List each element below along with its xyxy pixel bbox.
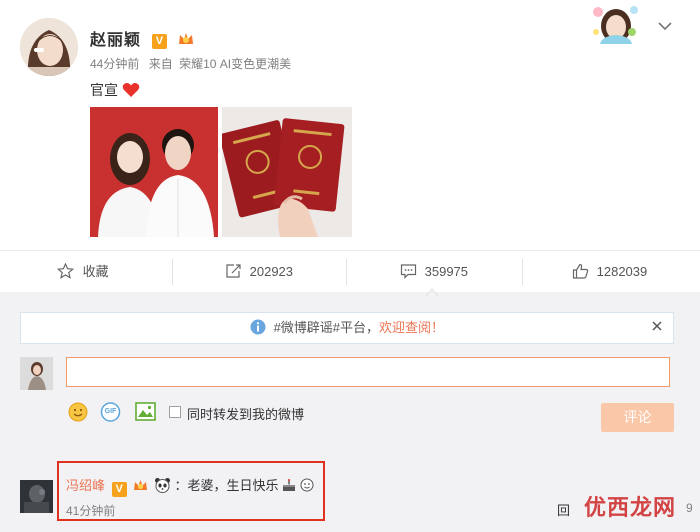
promo-avatar-sticker[interactable] (588, 2, 642, 44)
post-photo-couple[interactable] (90, 107, 218, 237)
gif-icon[interactable]: GIF (100, 402, 121, 422)
author-avatar[interactable] (20, 18, 78, 76)
rumor-notice-bar: #微博辟谣#平台，欢迎查阅！ (20, 312, 674, 344)
comment-section: #微博辟谣#平台，欢迎查阅！ GIF 同时转发到我的微博 评论 冯绍峰 V ：老… (0, 292, 700, 532)
watermark-text: 优西龙网 (584, 495, 677, 520)
repost-button[interactable]: 202923 (225, 251, 293, 293)
repost-checkbox-label[interactable]: 同时转发到我的微博 (187, 404, 304, 423)
notice-link[interactable]: 欢迎查阅！ (379, 320, 444, 335)
divider (172, 259, 173, 285)
submit-comment-button[interactable]: 评论 (601, 403, 674, 432)
post-meta: 44分钟前 来自 荣耀10 AI变色更潮美 (90, 55, 291, 72)
member-crown-icon (177, 30, 195, 52)
emoji-smile-icon[interactable] (68, 402, 88, 427)
favorite-button[interactable]: 收藏 (56, 251, 109, 296)
like-count: 1282039 (596, 264, 648, 279)
weibo-post: 赵丽颖 V 44分钟前 来自 荣耀10 AI变色更潮美 官宣 (0, 0, 700, 250)
commenter-avatar[interactable] (20, 480, 53, 513)
highlight-frame (57, 461, 325, 521)
post-source[interactable]: 荣耀10 AI变色更潮美 (179, 57, 291, 71)
repost-icon (225, 254, 242, 296)
divider (522, 259, 523, 285)
divider (346, 259, 347, 285)
comment-input[interactable] (66, 357, 670, 387)
favorite-label: 收藏 (82, 264, 109, 279)
image-upload-icon[interactable] (135, 402, 156, 426)
post-time[interactable]: 44分钟前 (90, 57, 139, 71)
repost-count: 202923 (249, 264, 294, 279)
post-text: 官宣 (90, 82, 118, 98)
comment-icon (400, 254, 417, 296)
like-button[interactable]: 1282039 (572, 251, 647, 293)
repost-checkbox[interactable] (169, 406, 181, 418)
author-name-text[interactable]: 赵丽颖 (90, 32, 141, 49)
heart-emoji-icon (122, 82, 140, 101)
author-name[interactable]: 赵丽颖 V (90, 26, 195, 52)
close-icon[interactable] (651, 320, 663, 335)
verified-badge-icon: V (152, 34, 168, 49)
info-icon (250, 316, 266, 346)
star-icon (56, 254, 75, 296)
gif-label: GIF (104, 408, 117, 415)
notice-topic[interactable]: #微博辟谣#平台， (274, 320, 379, 335)
comment-caret (423, 284, 441, 298)
source-prefix: 来自 (148, 57, 173, 71)
cut-off-text: 9 (686, 501, 693, 515)
my-avatar[interactable] (20, 357, 53, 390)
chevron-down-icon[interactable] (658, 18, 672, 31)
post-photo-certificates[interactable] (222, 107, 352, 237)
thumbs-up-icon (572, 254, 589, 296)
post-action-bar: 收藏 202923 359975 1282039 (0, 250, 700, 294)
post-content: 官宣 (90, 80, 140, 101)
reply-link[interactable]: 回 (557, 500, 570, 519)
comment-count: 359975 (424, 264, 469, 279)
